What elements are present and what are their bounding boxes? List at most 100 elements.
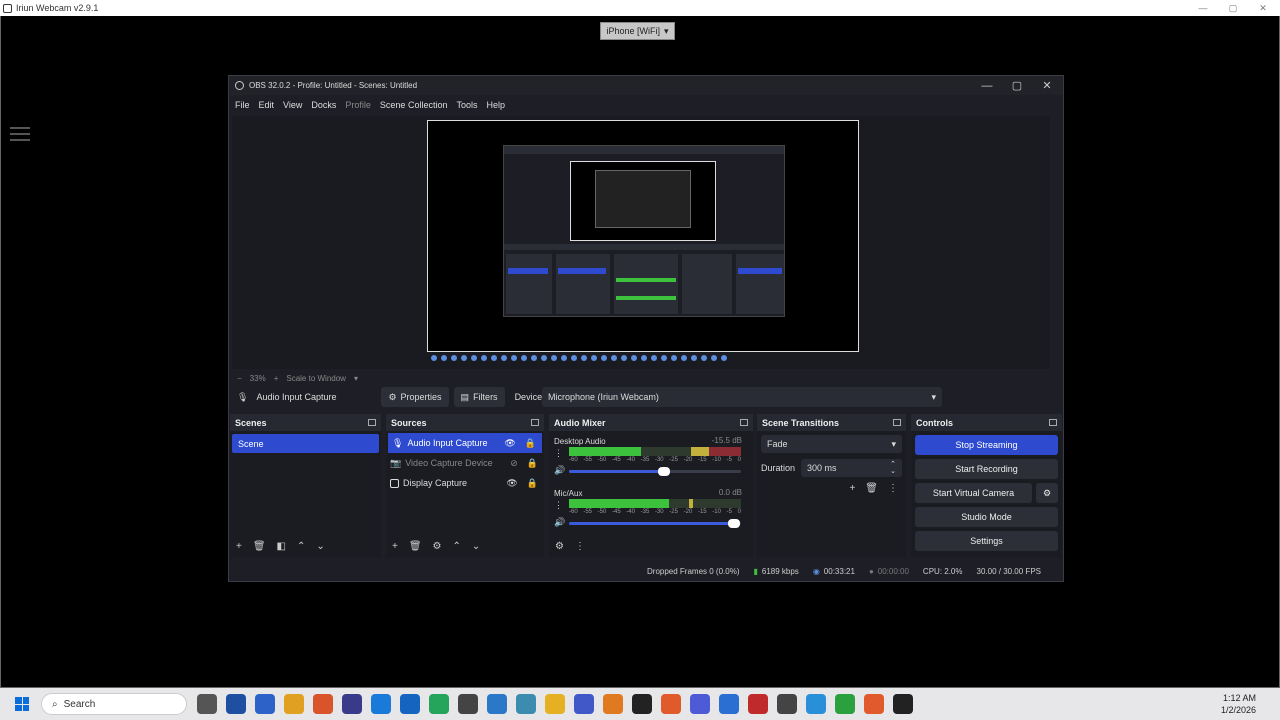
menu-view[interactable]: View [283,100,302,110]
windows-start-icon[interactable] [8,690,36,718]
app-icon[interactable] [719,694,739,714]
volume-knob[interactable] [728,519,741,528]
search-input[interactable]: ⌕ Search [41,693,187,715]
volume-knob[interactable] [657,467,670,476]
app-icon[interactable] [893,694,913,714]
volume-slider[interactable] [569,467,741,476]
kebab-menu-icon[interactable]: ⋮ [554,448,563,459]
popout-icon[interactable] [531,419,539,426]
app-icon[interactable] [806,694,826,714]
transition-select[interactable]: Fade ▾ [761,435,902,453]
kebab-menu-icon[interactable]: ⋮ [888,483,898,494]
trash-icon[interactable]: 🗑 [409,541,422,552]
app-icon[interactable] [748,694,768,714]
scene-item[interactable]: Scene [232,434,379,453]
menu-edit[interactable]: Edit [259,100,275,110]
obs-minimize-icon[interactable]: — [972,76,1002,95]
source-item-display-capture[interactable]: Display Capture 👁 🔒 [386,473,544,493]
move-up-icon[interactable]: ⌃ [297,541,305,552]
advanced-audio-icon[interactable]: ⚙ [555,541,564,552]
kebab-menu-icon[interactable]: ⋮ [554,500,563,511]
stop-streaming-button[interactable]: Stop Streaming [915,435,1058,455]
taskbar-clock[interactable]: 1:12 AM 1/2/2026 [1221,692,1256,716]
menu-help[interactable]: Help [486,100,505,110]
eye-icon[interactable]: 👁 [506,478,517,489]
app-icon[interactable] [690,694,710,714]
app-icon[interactable] [487,694,507,714]
lock-icon[interactable]: 🔒 [525,438,536,449]
menu-docks[interactable]: Docks [311,100,336,110]
gear-icon[interactable]: ⚙ [1036,483,1058,503]
app-icon[interactable] [516,694,536,714]
move-down-icon[interactable]: ⌄ [316,541,324,552]
app-icon[interactable] [864,694,884,714]
volume-slider[interactable] [569,519,741,528]
source-item-audio-input[interactable]: 🎙 Audio Input Capture 👁 🔒 [388,433,542,453]
popout-icon[interactable] [740,419,748,426]
obs-maximize-icon[interactable]: ▢ [1002,76,1032,95]
chrome-icon[interactable] [313,694,333,714]
app-icon[interactable] [603,694,623,714]
obs-close-icon[interactable]: ✕ [1032,76,1062,95]
app-icon[interactable] [777,694,797,714]
menu-file[interactable]: File [235,100,250,110]
app-icon[interactable] [371,694,391,714]
chrome-icon[interactable] [545,694,565,714]
lock-icon[interactable]: 🔒 [527,458,538,469]
studio-mode-button[interactable]: Studio Mode [915,507,1058,527]
app-icon[interactable] [226,694,246,714]
zoom-in-button[interactable]: + [274,374,279,383]
add-icon[interactable]: + [236,541,242,552]
zoom-out-button[interactable]: − [237,374,242,383]
app-icon[interactable] [458,694,478,714]
move-down-icon[interactable]: ⌄ [472,541,480,552]
lock-icon[interactable]: 🔒 [527,478,538,489]
settings-button[interactable]: Settings [915,531,1058,551]
app-icon[interactable] [342,694,362,714]
chrome-icon[interactable] [284,694,304,714]
kebab-menu-icon[interactable]: ⋮ [575,541,585,552]
menu-tools[interactable]: Tools [456,100,477,110]
filter-icon[interactable]: ◧ [277,541,286,552]
popout-icon[interactable] [368,419,376,426]
speaker-icon[interactable]: 🔊 [554,517,565,528]
app-icon[interactable] [835,694,855,714]
eye-hidden-icon[interactable]: ⊘ [510,458,518,469]
trash-icon[interactable]: 🗑 [253,541,266,552]
scale-mode[interactable]: Scale to Window [286,374,346,383]
preview-area[interactable]: − 33% + Scale to Window ▾ [232,116,1050,383]
spinner-icon[interactable]: ⌃ ⌄ [890,461,896,475]
source-item-video-capture[interactable]: 📷 Video Capture Device ⊘ 🔒 [386,453,544,473]
app-icon[interactable] [429,694,449,714]
chevron-down-icon[interactable]: ▾ [354,374,358,383]
preview-canvas[interactable] [427,120,859,361]
start-recording-button[interactable]: Start Recording [915,459,1058,479]
device-select[interactable]: iPhone [WiFi] ▾ [600,22,675,40]
maximize-icon[interactable]: ▢ [1218,0,1248,16]
app-icon[interactable] [661,694,681,714]
duration-spinbox[interactable]: 300 ms ⌃ ⌄ [801,459,902,477]
properties-button[interactable]: ⚙ Properties [381,387,449,407]
terminal-icon[interactable] [632,694,652,714]
close-icon[interactable]: ✕ [1248,0,1278,16]
menu-profile[interactable]: Profile [345,100,371,110]
minimize-icon[interactable]: — [1188,0,1218,16]
hamburger-menu-icon[interactable] [10,127,30,141]
app-icon[interactable] [255,694,275,714]
eye-icon[interactable]: 👁 [504,438,515,449]
add-icon[interactable]: + [849,483,855,494]
filters-button[interactable]: ▤ Filters [453,387,505,407]
menu-scene-collection[interactable]: Scene Collection [380,100,448,110]
obs-app-icon[interactable] [197,694,217,714]
start-virtual-camera-button[interactable]: Start Virtual Camera [915,483,1032,503]
app-icon[interactable] [574,694,594,714]
speaker-icon[interactable]: 🔊 [554,465,565,476]
move-up-icon[interactable]: ⌃ [453,541,461,552]
gear-icon[interactable]: ⚙ [433,541,442,552]
popout-icon[interactable] [893,419,901,426]
popout-icon[interactable] [1049,419,1057,426]
add-icon[interactable]: + [392,541,398,552]
device-combo[interactable]: Microphone (Iriun Webcam) ▾ [542,387,942,407]
app-icon[interactable] [400,694,420,714]
trash-icon[interactable]: 🗑 [865,483,878,494]
